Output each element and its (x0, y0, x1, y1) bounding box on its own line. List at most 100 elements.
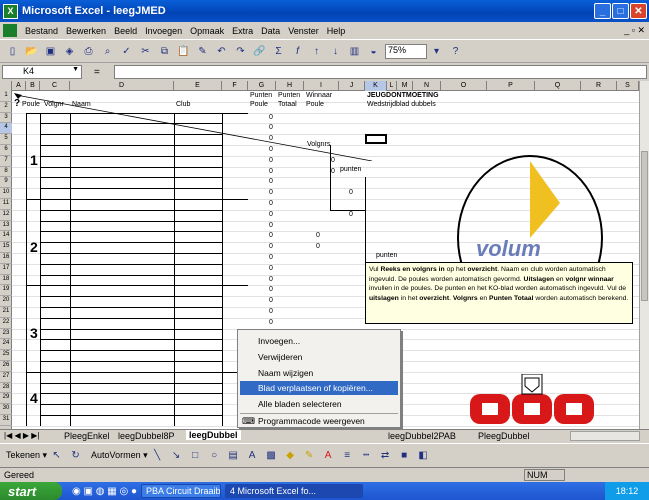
taskbar-item-excel[interactable]: 4 Microsoft Excel fo... (225, 484, 364, 498)
permission-icon[interactable]: ◈ (61, 43, 78, 60)
tab-leegdubbel2pab[interactable]: leegDubbel2PAB (388, 431, 456, 441)
row-header[interactable]: 10 (0, 188, 12, 199)
row-header[interactable]: 9 (0, 177, 12, 189)
excel-app-icon[interactable]: X (3, 3, 18, 19)
taskbar-item-pba[interactable]: PBA Circuit Draaiboek... (141, 484, 222, 498)
col-header-s[interactable]: S (617, 81, 639, 91)
row-header[interactable]: 17 (0, 264, 12, 275)
font-color-icon[interactable]: A (320, 447, 337, 464)
dash-style-icon[interactable]: ┅ (358, 447, 375, 464)
menu-item-programmacode[interactable]: Programmacode weergeven (258, 414, 365, 428)
print-icon[interactable]: ⎙ (80, 43, 97, 60)
cut-icon[interactable]: ✂ (137, 43, 154, 60)
hyperlink-icon[interactable]: 🔗 (251, 43, 268, 60)
textbox-icon[interactable]: ▤ (225, 447, 242, 464)
row-header[interactable]: 23 (0, 329, 12, 340)
tab-leegdubbel8p[interactable]: leegDubbel8P (118, 431, 175, 441)
chart-wizard-icon[interactable]: ▥ (346, 43, 363, 60)
3d-icon[interactable]: ◧ (415, 447, 432, 464)
tab-scroll-icons[interactable]: |◀ ◀ ▶ ▶| (4, 431, 39, 440)
vertical-scrollbar[interactable] (639, 81, 649, 429)
image-icon[interactable]: ▩ (263, 447, 280, 464)
menu-item-invoegen[interactable]: Invoegen... (258, 334, 300, 348)
menu-item-alle-bladen[interactable]: Alle bladen selecteren (258, 397, 342, 411)
tab-pleegdubbel[interactable]: PleegDubbel (478, 431, 530, 441)
line-style-icon[interactable]: ≡ (339, 447, 356, 464)
row-header[interactable]: 26 (0, 361, 12, 372)
name-box[interactable]: K4 ▼ (2, 65, 82, 79)
menu-bestand[interactable]: Bestand (21, 26, 62, 36)
row-header[interactable]: 20 (0, 296, 12, 307)
row-header[interactable]: 16 (0, 253, 12, 264)
menu-item-verwijderen[interactable]: Verwijderen (258, 350, 302, 364)
save-icon[interactable]: ▣ (42, 43, 59, 60)
doc-window-controls[interactable]: _ ▫ ✕ (624, 25, 645, 36)
formula-input[interactable] (113, 65, 647, 79)
row-header[interactable]: 31 (0, 415, 12, 426)
open-icon[interactable]: 📂 (23, 43, 40, 60)
row-header[interactable]: 21 (0, 307, 12, 318)
chevron-down-icon[interactable]: ▼ (72, 66, 79, 73)
oval-icon[interactable]: ○ (206, 447, 223, 464)
start-button[interactable]: start (0, 482, 62, 500)
row-header[interactable]: 22 (0, 318, 12, 329)
scrollbar-thumb[interactable] (641, 151, 648, 301)
undo-icon[interactable]: ↶ (213, 43, 230, 60)
drawing-icon[interactable]: ◒ (365, 43, 382, 60)
rotate-icon[interactable]: ↻ (67, 447, 84, 464)
tekenen-button[interactable]: Tekenen ▾ (6, 450, 47, 461)
horizontal-scrollbar[interactable] (570, 431, 640, 441)
row-header[interactable]: 11 (0, 199, 12, 210)
redo-icon[interactable]: ↷ (232, 43, 249, 60)
spelling-icon[interactable]: ✓ (118, 43, 135, 60)
zoom-select[interactable]: 75% (385, 44, 427, 59)
col-header-p[interactable]: P (487, 81, 535, 91)
format-painter-icon[interactable]: ✎ (194, 43, 211, 60)
row-header[interactable]: 29 (0, 393, 12, 405)
row-header[interactable]: 18 (0, 275, 12, 286)
col-header-q[interactable]: Q (535, 81, 581, 91)
maximize-button[interactable]: □ (612, 3, 629, 19)
row-header[interactable]: 8 (0, 167, 12, 178)
zoom-dropdown-icon[interactable]: ▾ (428, 43, 445, 60)
line-color-icon[interactable]: ✎ (301, 447, 318, 464)
row-header[interactable]: 30 (0, 404, 12, 415)
row-header[interactable]: 14 (0, 231, 12, 243)
row-header[interactable]: 25 (0, 350, 12, 361)
select-pointer-icon[interactable]: ↖ (48, 447, 65, 464)
workbook-icon[interactable] (3, 24, 17, 37)
wordart-icon[interactable]: A (244, 447, 261, 464)
tab-pleegenkel[interactable]: PleegEnkel (64, 431, 110, 441)
quicklaunch-icons[interactable]: ◉ ▣ ◍ ▦ ◎ ● (72, 486, 137, 497)
function-icon[interactable]: f (289, 43, 306, 60)
tab-leegdubbel[interactable]: leegDubbel (186, 430, 241, 440)
col-header-o[interactable]: O (441, 81, 487, 91)
menu-item-naam-wijzigen[interactable]: Naam wijzigen (258, 366, 313, 380)
menu-extra[interactable]: Extra (228, 26, 257, 36)
row-header[interactable]: 12 (0, 210, 12, 221)
line-icon[interactable]: ╲ (149, 447, 166, 464)
minimize-button[interactable]: _ (594, 3, 611, 19)
col-header-n[interactable]: N (413, 81, 441, 91)
copy-icon[interactable]: ⧉ (156, 43, 173, 60)
row-header[interactable]: 15 (0, 242, 12, 253)
arrow-icon[interactable]: ↘ (168, 447, 185, 464)
menu-help[interactable]: Help (323, 26, 350, 36)
print-preview-icon[interactable]: ⌕ (99, 43, 116, 60)
menu-item-blad-verplaatsen[interactable]: Blad verplaatsen of kopiëren... (240, 381, 398, 395)
sort-ascending-icon[interactable]: ↑ (308, 43, 325, 60)
col-header-r[interactable]: R (581, 81, 617, 91)
row-header[interactable]: 27 (0, 372, 12, 383)
close-button[interactable]: ✕ (630, 3, 647, 19)
paste-icon[interactable]: 📋 (175, 43, 192, 60)
help-icon[interactable]: ? (447, 43, 464, 60)
arrow-style-icon[interactable]: ⇄ (377, 447, 394, 464)
row-header[interactable]: 19 (0, 285, 12, 297)
menu-data[interactable]: Data (257, 26, 284, 36)
menu-bewerken[interactable]: Bewerken (62, 26, 110, 36)
menu-venster[interactable]: Venster (284, 26, 323, 36)
row-header[interactable]: 24 (0, 339, 12, 351)
sort-descending-icon[interactable]: ↓ (327, 43, 344, 60)
shadow-icon[interactable]: ■ (396, 447, 413, 464)
menu-invoegen[interactable]: Invoegen (141, 26, 186, 36)
